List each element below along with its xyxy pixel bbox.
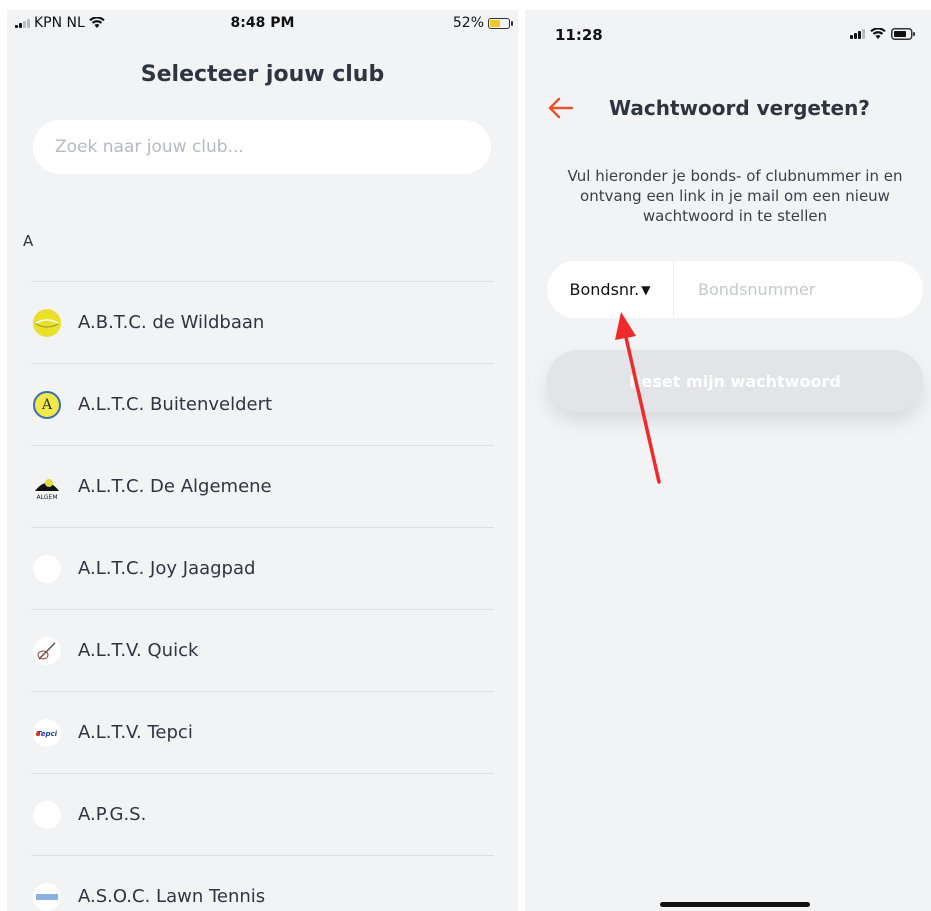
status-bar: KPN NL 8:48 PM 52%	[7, 10, 518, 36]
club-list-item[interactable]: A A.L.T.C. Buitenveldert	[31, 363, 494, 445]
wifi-icon	[870, 28, 886, 39]
club-list-item[interactable]: ALGEM A.L.T.C. De Algemene	[31, 445, 494, 527]
club-search-input[interactable]	[33, 120, 491, 174]
club-name: A.L.T.V. Quick	[78, 640, 199, 661]
racket-logo-icon	[33, 636, 61, 665]
instructions-text: Vul hieronder je bonds- of clubnummer in…	[567, 167, 903, 225]
battery-icon	[488, 17, 513, 29]
status-time: 8:48 PM	[230, 15, 295, 31]
tepci-logo-icon: Tepci	[33, 718, 61, 747]
page-title: Selecteer jouw club	[140, 62, 385, 87]
club-name: A.B.T.C. de Wildbaan	[78, 312, 265, 333]
club-name: A.L.T.V. Tepci	[78, 722, 193, 743]
annotation-arrow-icon	[615, 312, 661, 484]
number-type-label: Bondsnr.	[569, 280, 640, 299]
battery-percent: 52%	[452, 15, 484, 31]
letter-a-logo-icon: A	[33, 390, 61, 419]
bondsnummer-input[interactable]	[674, 261, 923, 318]
club-name: A.S.O.C. Lawn Tennis	[78, 886, 266, 907]
battery-info: 52%	[452, 15, 513, 31]
blank-logo-icon	[33, 554, 61, 583]
back-arrow-icon[interactable]	[547, 96, 575, 120]
club-name: A.L.T.C. De Algemene	[78, 476, 272, 497]
signal-icon	[850, 29, 865, 39]
home-indicator	[660, 902, 810, 907]
club-list-item[interactable]: A.S.O.C. Lawn Tennis	[31, 855, 494, 911]
caret-down-icon: ▼	[641, 282, 651, 297]
club-list-item[interactable]: A.L.T.V. Quick	[31, 609, 494, 691]
hat-logo-icon: ALGEM	[33, 473, 61, 501]
reset-password-button[interactable]: Reset mijn wachtwoord	[547, 350, 923, 412]
blank-logo-icon	[33, 800, 61, 829]
club-list-item[interactable]: A.L.T.C. Joy Jaagpad	[31, 527, 494, 609]
logo-text: ALGEM	[36, 494, 57, 501]
club-list-item[interactable]: A.B.T.C. de Wildbaan	[31, 281, 494, 363]
club-list: A.B.T.C. de Wildbaan A A.L.T.C. Buitenve…	[31, 281, 494, 911]
club-name: A.P.G.S.	[78, 804, 147, 825]
status-bar: 11:28	[525, 10, 931, 50]
forgot-password-screen: 11:28 Wachtwoord vergeten? Vul hieronder…	[525, 10, 931, 911]
status-icons	[850, 28, 915, 40]
club-list-item[interactable]: Tepci A.L.T.V. Tepci	[31, 691, 494, 773]
page-title: Wachtwoord vergeten?	[609, 96, 870, 120]
status-time: 11:28	[555, 26, 603, 44]
club-name: A.L.T.C. Joy Jaagpad	[78, 558, 256, 579]
club-list-item[interactable]: A.P.G.S.	[31, 773, 494, 855]
number-type-dropdown[interactable]: Bondsnr. ▼	[547, 261, 674, 318]
number-input-row: Bondsnr. ▼	[547, 261, 923, 318]
club-select-screen: KPN NL 8:48 PM 52% Selecteer jouw club A…	[7, 10, 518, 911]
tennis-ball-logo-icon	[33, 308, 61, 337]
battery-icon	[891, 28, 915, 40]
club-name: A.L.T.C. Buitenveldert	[78, 394, 273, 415]
section-header: A	[23, 232, 34, 250]
lawn-tennis-logo-icon	[33, 882, 61, 911]
